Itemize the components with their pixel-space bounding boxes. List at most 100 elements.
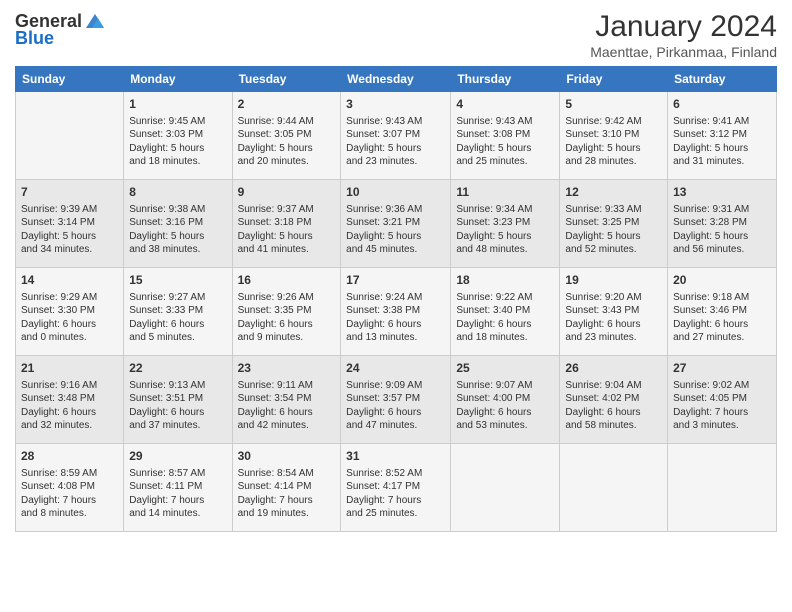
day-info: Sunrise: 9:45 AM Sunset: 3:03 PM Dayligh… [129,115,226,169]
day-info: Sunrise: 9:22 AM Sunset: 3:40 PM Dayligh… [456,291,554,345]
calendar-cell [451,444,560,532]
title-block: January 2024 Maenttae, Pirkanmaa, Finlan… [590,10,777,60]
header: General Blue January 2024 Maenttae, Pirk… [15,10,777,60]
day-info: Sunrise: 9:13 AM Sunset: 3:51 PM Dayligh… [129,379,226,433]
day-info: Sunrise: 9:11 AM Sunset: 3:54 PM Dayligh… [238,379,336,433]
calendar-week: 28Sunrise: 8:59 AM Sunset: 4:08 PM Dayli… [16,444,777,532]
calendar-cell: 19 Sunrise: 9:20 AM Sunset: 3:43 PM Dayli… [560,268,668,356]
calendar-cell: 23 Sunrise: 9:11 AM Sunset: 3:54 PM Dayli… [232,356,341,444]
day-number: 22 [129,360,226,377]
calendar-cell: 18 Sunrise: 9:22 AM Sunset: 3:40 PM Dayli… [451,268,560,356]
weekday-header: Saturday [668,67,777,92]
day-info: Sunrise: 8:57 AM Sunset: 4:11 PM Dayligh… [129,467,226,521]
calendar-cell: 28Sunrise: 8:59 AM Sunset: 4:08 PM Dayli… [16,444,124,532]
day-number: 15 [129,272,226,289]
day-number: 5 [565,96,662,113]
day-number: 4 [456,96,554,113]
day-info: Sunrise: 9:04 AM Sunset: 4:02 PM Dayligh… [565,379,662,433]
calendar-cell: 11 Sunrise: 9:34 AM Sunset: 3:23 PM Dayli… [451,180,560,268]
day-info: Sunrise: 9:34 AM Sunset: 3:23 PM Dayligh… [456,203,554,257]
calendar-week: 7 Sunrise: 9:39 AM Sunset: 3:14 PM Daylig… [16,180,777,268]
day-info: Sunrise: 9:42 AM Sunset: 3:10 PM Dayligh… [565,115,662,169]
day-info: Sunrise: 9:20 AM Sunset: 3:43 PM Dayligh… [565,291,662,345]
day-number: 2 [238,96,336,113]
day-info: Sunrise: 9:18 AM Sunset: 3:46 PM Dayligh… [673,291,771,345]
calendar-cell: 15 Sunrise: 9:27 AM Sunset: 3:33 PM Dayli… [124,268,232,356]
day-info: Sunrise: 9:36 AM Sunset: 3:21 PM Dayligh… [346,203,445,257]
calendar-cell: 2 Sunrise: 9:44 AM Sunset: 3:05 PM Daylig… [232,92,341,180]
calendar-cell: 17Sunrise: 9:24 AM Sunset: 3:38 PM Dayli… [341,268,451,356]
calendar-cell: 9Sunrise: 9:37 AM Sunset: 3:18 PM Daylig… [232,180,341,268]
calendar-cell: 30 Sunrise: 8:54 AM Sunset: 4:14 PM Dayli… [232,444,341,532]
calendar-cell: 1 Sunrise: 9:45 AM Sunset: 3:03 PM Daylig… [124,92,232,180]
day-info: Sunrise: 9:09 AM Sunset: 3:57 PM Dayligh… [346,379,445,433]
calendar-cell: 21 Sunrise: 9:16 AM Sunset: 3:48 PM Dayli… [16,356,124,444]
day-info: Sunrise: 9:38 AM Sunset: 3:16 PM Dayligh… [129,203,226,257]
day-number: 25 [456,360,554,377]
day-info: Sunrise: 9:44 AM Sunset: 3:05 PM Dayligh… [238,115,336,169]
calendar-cell: 10 Sunrise: 9:36 AM Sunset: 3:21 PM Dayli… [341,180,451,268]
calendar-cell: 22 Sunrise: 9:13 AM Sunset: 3:51 PM Dayli… [124,356,232,444]
day-number: 12 [565,184,662,201]
day-info: Sunrise: 9:29 AM Sunset: 3:30 PM Dayligh… [21,291,118,345]
calendar-cell: 27 Sunrise: 9:02 AM Sunset: 4:05 PM Dayli… [668,356,777,444]
day-number: 19 [565,272,662,289]
day-number: 6 [673,96,771,113]
day-number: 16 [238,272,336,289]
calendar-cell: 29 Sunrise: 8:57 AM Sunset: 4:11 PM Dayli… [124,444,232,532]
calendar-cell: 20 Sunrise: 9:18 AM Sunset: 3:46 PM Dayli… [668,268,777,356]
calendar-cell: 26Sunrise: 9:04 AM Sunset: 4:02 PM Dayli… [560,356,668,444]
day-number: 13 [673,184,771,201]
day-info: Sunrise: 9:43 AM Sunset: 3:08 PM Dayligh… [456,115,554,169]
day-number: 20 [673,272,771,289]
calendar-cell: 25 Sunrise: 9:07 AM Sunset: 4:00 PM Dayli… [451,356,560,444]
day-info: Sunrise: 8:52 AM Sunset: 4:17 PM Dayligh… [346,467,445,521]
day-number: 14 [21,272,118,289]
page-subtitle: Maenttae, Pirkanmaa, Finland [590,44,777,60]
weekday-header: Friday [560,67,668,92]
day-info: Sunrise: 9:39 AM Sunset: 3:14 PM Dayligh… [21,203,118,257]
calendar-cell [560,444,668,532]
calendar-cell: 6 Sunrise: 9:41 AM Sunset: 3:12 PM Daylig… [668,92,777,180]
weekday-header: Wednesday [341,67,451,92]
day-number: 7 [21,184,118,201]
day-number: 21 [21,360,118,377]
calendar-cell: 12 Sunrise: 9:33 AM Sunset: 3:25 PM Dayli… [560,180,668,268]
page-container: General Blue January 2024 Maenttae, Pirk… [0,0,792,542]
calendar-table: SundayMondayTuesdayWednesdayThursdayFrid… [15,66,777,532]
weekday-header: Sunday [16,67,124,92]
day-number: 1 [129,96,226,113]
weekday-header: Thursday [451,67,560,92]
calendar-cell [16,92,124,180]
day-number: 29 [129,448,226,465]
day-number: 10 [346,184,445,201]
logo-icon [84,10,106,32]
calendar-week: 21 Sunrise: 9:16 AM Sunset: 3:48 PM Dayli… [16,356,777,444]
day-info: Sunrise: 9:27 AM Sunset: 3:33 PM Dayligh… [129,291,226,345]
day-info: Sunrise: 9:33 AM Sunset: 3:25 PM Dayligh… [565,203,662,257]
calendar-cell: 5 Sunrise: 9:42 AM Sunset: 3:10 PM Daylig… [560,92,668,180]
day-number: 18 [456,272,554,289]
day-info: Sunrise: 9:41 AM Sunset: 3:12 PM Dayligh… [673,115,771,169]
calendar-header: SundayMondayTuesdayWednesdayThursdayFrid… [16,67,777,92]
day-info: Sunrise: 8:54 AM Sunset: 4:14 PM Dayligh… [238,467,336,521]
day-info: Sunrise: 9:31 AM Sunset: 3:28 PM Dayligh… [673,203,771,257]
day-number: 23 [238,360,336,377]
day-number: 9 [238,184,336,201]
calendar-cell: 31Sunrise: 8:52 AM Sunset: 4:17 PM Dayli… [341,444,451,532]
day-number: 3 [346,96,445,113]
day-info: Sunrise: 9:43 AM Sunset: 3:07 PM Dayligh… [346,115,445,169]
day-number: 11 [456,184,554,201]
calendar-cell: 14 Sunrise: 9:29 AM Sunset: 3:30 PM Dayli… [16,268,124,356]
day-number: 8 [129,184,226,201]
day-number: 30 [238,448,336,465]
calendar-cell: 7 Sunrise: 9:39 AM Sunset: 3:14 PM Daylig… [16,180,124,268]
weekday-header: Monday [124,67,232,92]
calendar-cell: 8 Sunrise: 9:38 AM Sunset: 3:16 PM Daylig… [124,180,232,268]
day-info: Sunrise: 9:07 AM Sunset: 4:00 PM Dayligh… [456,379,554,433]
day-info: Sunrise: 9:16 AM Sunset: 3:48 PM Dayligh… [21,379,118,433]
day-info: Sunrise: 9:02 AM Sunset: 4:05 PM Dayligh… [673,379,771,433]
calendar-cell [668,444,777,532]
calendar-cell: 3 Sunrise: 9:43 AM Sunset: 3:07 PM Daylig… [341,92,451,180]
day-number: 27 [673,360,771,377]
